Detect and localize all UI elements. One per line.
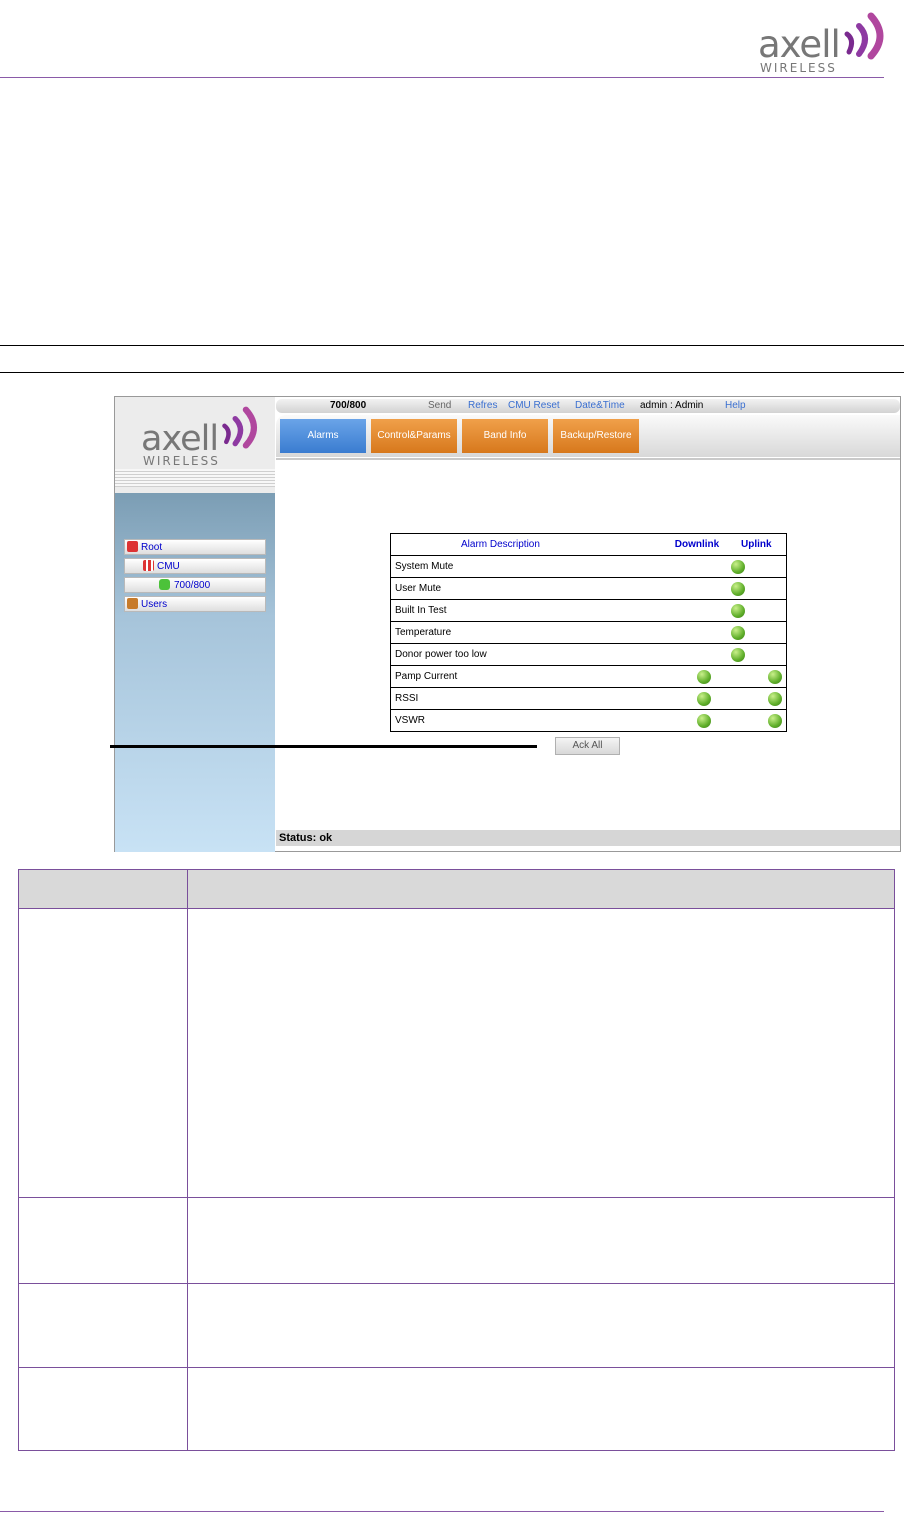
alarm-status-led-icon: [730, 625, 745, 640]
alarm-status-cell: [670, 621, 787, 644]
alarm-row: Built In Test: [389, 599, 787, 622]
send-button[interactable]: Send: [428, 399, 451, 413]
ack-all-button[interactable]: Ack All: [555, 737, 620, 755]
user-label: admin : Admin: [640, 400, 704, 411]
device-status-icon: [159, 579, 170, 590]
tree-label-users: Users: [141, 599, 168, 610]
alarm-status-led-icon: [730, 559, 745, 574]
tree-label-root: Root: [141, 542, 163, 553]
alarm-row: Pamp Current: [389, 665, 787, 688]
downlink-status-cell: [670, 665, 737, 688]
tree-label-cmu: CMU: [157, 561, 180, 572]
alarm-status-led-icon: [696, 669, 711, 684]
app-logo-waves-icon: [222, 406, 258, 449]
top-toolbar: 700/800 Send Refres CMU Reset Date&Time …: [276, 399, 900, 413]
alarm-status-led-icon: [768, 691, 782, 706]
help-link[interactable]: Help: [725, 399, 746, 413]
alarm-row: Donor power too low: [389, 643, 787, 666]
col-uplink: Uplink: [737, 533, 787, 556]
col-downlink: Downlink: [670, 533, 737, 556]
alarm-row: System Mute: [389, 555, 787, 578]
app-logo: axell WIRELESS: [141, 399, 266, 469]
page-logo: axell WIRELESS: [758, 4, 898, 75]
app-screenshot: axell WIRELESS Root CMU 700/800 Users 70…: [114, 396, 901, 852]
logo-subtitle: WIRELESS: [760, 61, 837, 75]
alarm-status-led-icon: [730, 603, 745, 618]
alarm-name: VSWR: [389, 709, 671, 732]
description-table-header: [18, 869, 895, 909]
alarm-status-led-icon: [768, 713, 782, 728]
description-table-body: [18, 909, 895, 1451]
alarm-row: RSSI: [389, 687, 787, 710]
tree-item-device[interactable]: 700/800: [124, 577, 266, 593]
uplink-status-cell: [737, 709, 787, 732]
date-time-button[interactable]: Date&Time: [575, 399, 625, 413]
section-rule-bottom: [0, 372, 904, 373]
description-row-divider: [18, 1197, 895, 1198]
header-divider: [0, 77, 884, 78]
alarm-table-header: Alarm Description Downlink Uplink: [389, 533, 787, 556]
description-row-divider: [18, 1283, 895, 1284]
logo-waves-icon: [844, 12, 884, 60]
cmu-reset-button[interactable]: CMU Reset: [508, 399, 560, 413]
alarm-name: Pamp Current: [389, 665, 671, 688]
alarm-table: Alarm Description Downlink Uplink System…: [389, 533, 787, 732]
alarm-row: Temperature: [389, 621, 787, 644]
alarm-status-led-icon: [730, 581, 745, 596]
tab-alarms[interactable]: Alarms: [280, 419, 366, 453]
tree-label-device: 700/800: [174, 580, 211, 591]
alarm-name: Built In Test: [389, 599, 671, 622]
description-row-divider: [18, 1367, 895, 1368]
users-icon: [127, 598, 138, 609]
content-divider: [276, 458, 900, 460]
alarm-status-cell: [670, 643, 787, 666]
alarm-name: Donor power too low: [389, 643, 671, 666]
col-alarm-description: Alarm Description: [389, 533, 671, 556]
alarm-name: System Mute: [389, 555, 671, 578]
alarm-status-led-icon: [730, 647, 745, 662]
alarm-name: Temperature: [389, 621, 671, 644]
alarm-row: User Mute: [389, 577, 787, 600]
tree-item-root[interactable]: Root: [124, 539, 266, 555]
downlink-status-cell: [670, 687, 737, 710]
alarm-name: RSSI: [389, 687, 671, 710]
description-table-column-divider: [187, 869, 188, 1451]
sidebar: axell WIRELESS Root CMU 700/800 Users: [115, 397, 275, 852]
description-table: [18, 869, 895, 1451]
uplink-status-cell: [737, 665, 787, 688]
alarm-status-led-icon: [696, 691, 711, 706]
cmu-icon: [143, 560, 154, 571]
tab-bar: Alarms Control&Params Band Info Backup/R…: [276, 415, 900, 457]
uplink-status-cell: [737, 687, 787, 710]
tab-band-info[interactable]: Band Info: [462, 419, 548, 453]
downlink-status-cell: [670, 709, 737, 732]
callout-line: [110, 745, 537, 748]
logo-wordmark: axell: [758, 23, 841, 66]
tab-control-params[interactable]: Control&Params: [371, 419, 457, 453]
sidebar-stripes: [115, 469, 275, 487]
tab-backup-restore[interactable]: Backup/Restore: [553, 419, 639, 453]
alarm-status-cell: [670, 577, 787, 600]
tree-item-cmu[interactable]: CMU: [124, 558, 266, 574]
alarm-status-cell: [670, 599, 787, 622]
alarm-name: User Mute: [389, 577, 671, 600]
root-icon: [127, 541, 138, 552]
alarm-status-led-icon: [768, 669, 782, 684]
section-rule-top: [0, 345, 904, 346]
tree-item-users[interactable]: Users: [124, 596, 266, 612]
app-logo-wordmark: axell: [141, 419, 219, 459]
app-logo-subtitle: WIRELESS: [143, 454, 220, 468]
device-name: 700/800: [330, 400, 367, 411]
alarm-status-led-icon: [696, 713, 711, 728]
alarm-status-cell: [670, 555, 787, 578]
footer-divider: [0, 1511, 884, 1512]
alarm-row: VSWR: [389, 709, 787, 732]
status-bar: Status: ok: [276, 830, 900, 846]
refresh-button[interactable]: Refres: [468, 399, 497, 413]
